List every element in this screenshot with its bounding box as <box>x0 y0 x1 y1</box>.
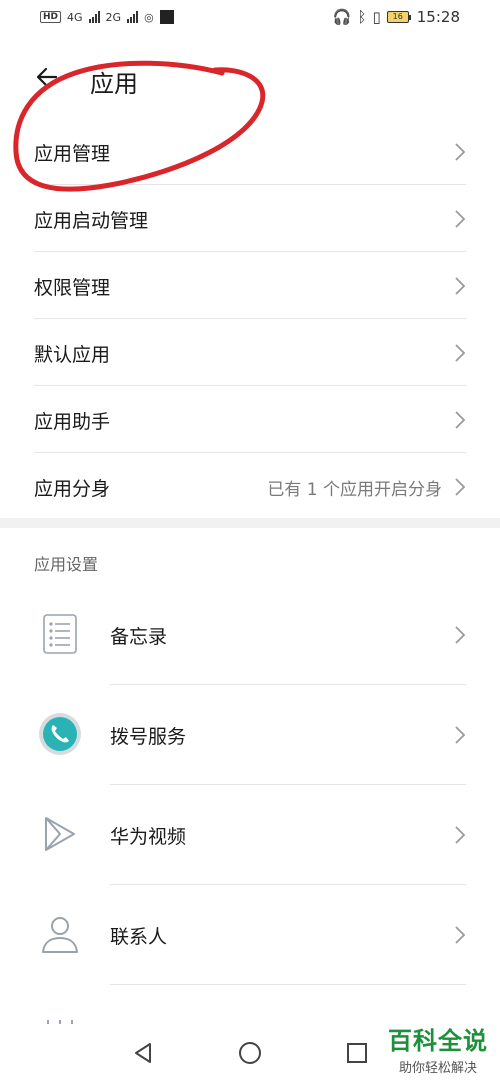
section-title-app-settings: 应用设置 <box>34 555 99 574</box>
chevron-right-icon <box>455 926 466 944</box>
phone-icon <box>39 713 81 755</box>
system-navigation-bar: 百科全说 助你轻松解决 <box>0 1024 500 1084</box>
status-left: HD 4G 2G ◎ <box>40 10 174 24</box>
nav-back-icon[interactable] <box>128 1038 158 1068</box>
list-item-label: 应用助手 <box>34 411 111 433</box>
chevron-right-icon <box>455 344 466 362</box>
wifi-hotspot-icon: ◎ <box>144 10 154 24</box>
status-right: 🎧 ᛒ ▯ 16 15:28 <box>333 8 460 26</box>
chevron-right-icon <box>455 210 466 228</box>
section-separator <box>0 518 500 528</box>
nav-home-icon[interactable] <box>235 1038 265 1068</box>
chevron-right-icon <box>455 411 466 429</box>
list-item-label: 应用管理 <box>34 143 111 165</box>
watermark-subtitle: 助你轻松解决 <box>398 1061 477 1076</box>
bluetooth-icon: ᛒ <box>357 8 367 26</box>
watermark: 百科全说 助你轻松解决 <box>388 1021 488 1076</box>
app-item-huawei-video[interactable]: 华为视频 <box>0 785 500 885</box>
app-item-dialer[interactable]: 拨号服务 <box>0 685 500 785</box>
list-item-label: 默认应用 <box>34 344 111 366</box>
contact-person-icon <box>42 917 78 953</box>
watermark-title: 百科全说 <box>388 1027 488 1055</box>
list-item-label: 应用分身 <box>34 478 111 500</box>
network-4g-label: 4G <box>67 10 83 24</box>
app-item-label: 拨号服务 <box>110 726 187 748</box>
network-2g-label: 2G <box>105 10 122 24</box>
video-play-icon <box>45 817 75 851</box>
list-item-app-twin[interactable]: 应用分身 已有 1 个应用开启分身 <box>0 453 500 520</box>
chevron-right-icon <box>455 626 466 644</box>
headset-icon: 🎧 <box>332 8 352 26</box>
status-time: 15:28 <box>416 8 460 26</box>
chevron-right-icon <box>455 478 466 496</box>
list-item-permission-management[interactable]: 权限管理 <box>0 252 500 319</box>
chevron-right-icon <box>455 726 466 744</box>
list-item-label: 应用启动管理 <box>34 210 149 232</box>
app-item-label: 联系人 <box>110 926 168 948</box>
list-item-default-apps[interactable]: 默认应用 <box>0 319 500 386</box>
app-settings-list: 备忘录 拨号服务 华为视频 联系人 <box>0 585 500 1085</box>
page-title: 应用 <box>90 70 138 98</box>
back-arrow-icon[interactable] <box>32 62 62 92</box>
battery-icon: 16 <box>386 11 411 23</box>
list-item-app-assistant[interactable]: 应用助手 <box>0 386 500 453</box>
signal-icon <box>88 11 100 23</box>
page-header: 应用 <box>0 50 500 110</box>
battery-level: 16 <box>386 11 409 23</box>
settings-list: 应用管理 应用启动管理 权限管理 默认应用 应用助手 应用分身 已有 1 个应用… <box>0 118 500 520</box>
app-item-notes[interactable]: 备忘录 <box>0 585 500 685</box>
vibrate-icon: ▯ <box>372 8 381 26</box>
list-item-app-management[interactable]: 应用管理 <box>0 118 500 185</box>
signal-icon-2 <box>127 11 139 23</box>
nav-recents-icon[interactable] <box>342 1038 372 1068</box>
chevron-right-icon <box>455 143 466 161</box>
notepad-icon <box>43 614 77 654</box>
chevron-right-icon <box>455 826 466 844</box>
list-item-value: 已有 1 个应用开启分身 <box>267 480 442 500</box>
list-item-startup-management[interactable]: 应用启动管理 <box>0 185 500 252</box>
hd-badge: HD <box>40 11 62 23</box>
status-bar: HD 4G 2G ◎ 🎧 ᛒ ▯ 16 15:28 <box>0 0 500 38</box>
app-notification-icon <box>159 10 174 24</box>
list-item-label: 权限管理 <box>34 277 111 299</box>
app-item-label: 华为视频 <box>110 826 187 848</box>
app-item-label: 备忘录 <box>110 626 168 648</box>
chevron-right-icon <box>455 277 466 295</box>
app-item-contacts[interactable]: 联系人 <box>0 885 500 985</box>
